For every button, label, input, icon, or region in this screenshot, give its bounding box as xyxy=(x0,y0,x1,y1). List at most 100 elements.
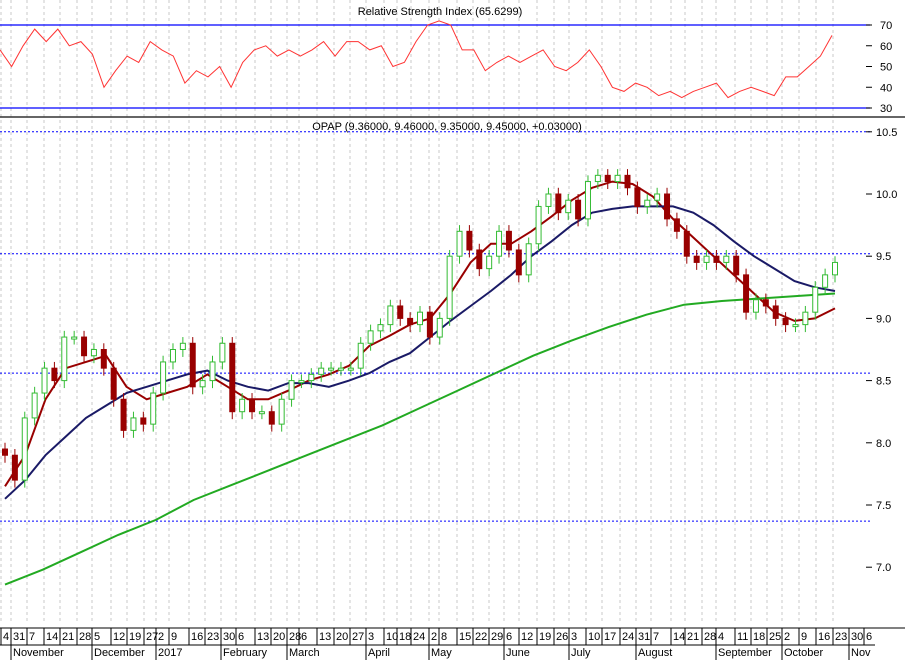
day-label: 29 xyxy=(491,631,503,643)
candle-body xyxy=(822,274,829,288)
candle xyxy=(377,318,384,339)
candle-body xyxy=(525,243,532,276)
candle-body xyxy=(189,342,196,388)
day-label: 17 xyxy=(604,631,616,643)
month-label: 2017 xyxy=(158,647,182,659)
month-label: December xyxy=(94,647,145,659)
rsi-title: Relative Strength Index (65.6299) xyxy=(358,6,523,18)
candle-body xyxy=(298,380,305,384)
candle-body xyxy=(2,448,8,456)
day-label: 28 xyxy=(79,631,91,643)
candle xyxy=(81,330,88,364)
day-label: 19 xyxy=(539,631,551,643)
price-tick-label: 10.5 xyxy=(876,127,897,139)
candle xyxy=(466,225,473,258)
candle-body xyxy=(733,255,740,276)
candle-body xyxy=(456,230,463,257)
day-label: 15 xyxy=(459,631,471,643)
price-tick-label: 8.5 xyxy=(876,376,891,388)
day-label: 12 xyxy=(113,631,125,643)
day-label: 23 xyxy=(835,631,847,643)
candle xyxy=(743,268,750,320)
candle xyxy=(288,374,295,407)
candle xyxy=(436,312,443,345)
candle xyxy=(179,337,186,357)
day-label: 11 xyxy=(737,631,748,643)
rsi-panel xyxy=(0,20,905,118)
candle xyxy=(407,312,414,333)
candle xyxy=(130,411,137,438)
candle xyxy=(120,393,127,438)
candle-body xyxy=(604,174,611,183)
rsi-tick-label: 40 xyxy=(880,82,892,94)
candle xyxy=(565,194,572,221)
candle-body xyxy=(446,255,453,319)
day-label: 7 xyxy=(653,631,659,643)
candle xyxy=(150,386,157,432)
month-label: Nov xyxy=(851,647,871,659)
candle-body xyxy=(150,392,157,425)
candle-body xyxy=(140,417,147,425)
candle-body xyxy=(565,199,572,214)
candle xyxy=(703,249,710,270)
rsi-tick-label: 60 xyxy=(880,41,892,53)
candle-body xyxy=(772,305,779,319)
day-label: 31 xyxy=(13,631,25,643)
candle-body xyxy=(743,274,750,313)
candle-body xyxy=(179,342,186,350)
day-label: 4 xyxy=(3,631,9,643)
candle-body xyxy=(624,174,631,189)
day-label: 26 xyxy=(556,631,568,643)
candle-body xyxy=(634,187,641,207)
candle-body xyxy=(693,255,700,263)
day-label: 22 xyxy=(475,631,487,643)
candle-body xyxy=(11,454,18,481)
candle xyxy=(713,249,720,270)
candle xyxy=(337,361,344,376)
day-label: 24 xyxy=(413,631,425,643)
candle-body xyxy=(268,411,275,425)
day-label: 13 xyxy=(257,631,269,643)
candle xyxy=(496,225,503,264)
candle xyxy=(2,442,8,463)
month-label: October xyxy=(784,647,823,659)
candle-body xyxy=(130,417,137,431)
candle-body xyxy=(61,336,68,382)
candle xyxy=(486,249,493,277)
candle-body xyxy=(515,249,522,276)
candle xyxy=(278,393,285,432)
candle-body xyxy=(110,367,117,400)
candle xyxy=(387,299,394,333)
candle-body xyxy=(673,218,680,232)
candle xyxy=(446,249,453,326)
candle xyxy=(31,386,38,426)
day-label: 9 xyxy=(801,631,807,643)
day-label: 18 xyxy=(753,631,765,643)
candle-body xyxy=(31,392,38,419)
moving-average-line xyxy=(4,180,836,487)
candle-body xyxy=(476,249,483,270)
month-label: March xyxy=(289,647,320,659)
candle-body xyxy=(199,380,206,388)
candle-body xyxy=(367,330,374,344)
candle xyxy=(71,330,78,345)
price-panel xyxy=(0,131,870,586)
month-label: August xyxy=(638,647,672,659)
candle-body xyxy=(436,317,443,338)
candle xyxy=(258,405,265,420)
day-label: 2 xyxy=(431,631,437,643)
candle-body xyxy=(832,261,838,276)
month-label: September xyxy=(718,647,772,659)
rsi-tick-label: 30 xyxy=(880,103,892,115)
candle-body xyxy=(249,398,256,413)
candle xyxy=(584,175,591,227)
candle-body xyxy=(762,299,769,307)
price-tick-label: 7.0 xyxy=(876,562,891,574)
day-label: 14 xyxy=(46,631,58,643)
day-label: 14 xyxy=(673,631,685,643)
day-label: 20 xyxy=(336,631,348,643)
stock-chart: 706050403010.510.09.59.08.58.07.57.04 31 7… xyxy=(0,0,905,660)
candle xyxy=(189,337,196,395)
price-tick-label: 8.0 xyxy=(876,438,891,450)
day-label: 6 xyxy=(301,631,307,643)
